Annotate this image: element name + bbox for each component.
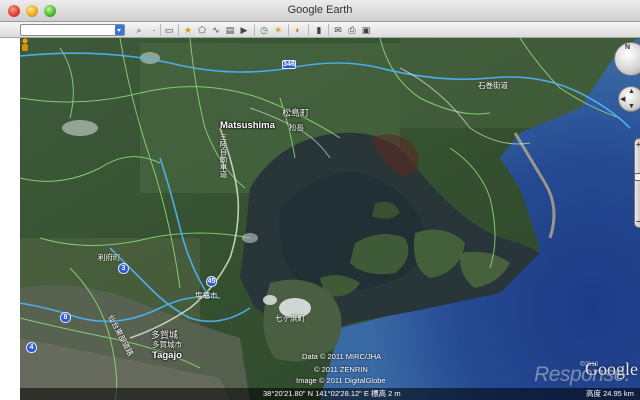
zoom-in-icon[interactable]: +	[636, 140, 640, 149]
route-4-shield: 4	[26, 342, 37, 353]
attribution-zenrin: © 2011 ZENRIN	[314, 365, 368, 374]
tagajo-city-label: 多賀城市	[152, 340, 182, 349]
satellite-imagery	[20, 38, 640, 400]
attribution-imagery: Image © 2011 DigitalGlobe	[296, 376, 386, 385]
polygon-icon[interactable]: ⬠	[196, 24, 208, 36]
search-icon[interactable]: ⌕	[133, 24, 145, 36]
options-icon[interactable]: ·	[148, 24, 160, 36]
response-watermark: Response.	[534, 363, 630, 386]
street-view-person-icon[interactable]	[20, 38, 30, 52]
toolbar: ⌕ · ▭ ★ ⬠ ∿ ▤ ▶ ◷ ☀ ◐ ▮ ✉ ⎙ ▣	[0, 22, 640, 38]
placemark-icon[interactable]: ★	[182, 24, 194, 36]
pan-up-icon[interactable]: ▲	[628, 88, 635, 95]
history-icon[interactable]: ◷	[258, 24, 270, 36]
route-3-shield: 3	[118, 263, 129, 274]
matsushima-label: Matsushima	[220, 120, 275, 131]
route-8-shield: 8	[60, 312, 71, 323]
email-icon[interactable]: ✉	[332, 24, 344, 36]
map-view[interactable]: Matsushima 松島町 松島 多賀城 多賀城市 Tagajo 石巻街道 三…	[20, 38, 640, 400]
route-45-shield: 45	[206, 276, 217, 287]
shichigahama-label: 七ヶ浜町	[275, 314, 305, 323]
window-title: Google Earth	[287, 4, 353, 16]
matsushima-station-label: 松島	[289, 123, 304, 132]
altitude-readout: 高度 24.95 km	[586, 389, 634, 398]
tagajo-en-label: Tagajo	[152, 350, 182, 361]
tour-icon[interactable]: ▶	[238, 24, 250, 36]
move-navigation-control[interactable]: ▲ ▼ ◀	[618, 86, 640, 112]
status-bar: 38°20'21.80" N 141°02'28.12" E 標高 2 m 高度…	[20, 388, 640, 400]
zoom-out-icon[interactable]: −	[636, 217, 640, 226]
ruler-icon[interactable]: ▮	[313, 24, 325, 36]
zoom-slider[interactable]: + −	[634, 138, 640, 228]
zoom-slider-knob[interactable]	[634, 173, 640, 181]
expressway-label: 三陸自動車道	[219, 133, 228, 178]
route-346-shield: 346	[282, 60, 296, 69]
search-input[interactable]	[20, 24, 125, 36]
path-icon[interactable]: ∿	[210, 24, 222, 36]
ishimaki-road-label: 石巻街道	[478, 81, 508, 90]
look-navigation-control[interactable]: N	[614, 42, 640, 76]
search-dropdown-icon[interactable]	[115, 25, 124, 35]
matsushima-town-label: 松島町	[282, 108, 310, 118]
pan-down-icon[interactable]: ▼	[628, 103, 635, 110]
pan-left-icon[interactable]: ◀	[620, 95, 625, 103]
window-titlebar: Google Earth	[0, 0, 640, 22]
planet-icon[interactable]: ◐	[292, 24, 304, 36]
view-in-maps-icon[interactable]: ▣	[360, 24, 372, 36]
overlay-icon[interactable]: ▤	[224, 24, 236, 36]
sidebar-icon[interactable]: ▭	[163, 24, 175, 36]
attribution-data: Data © 2011 MIRC/JHA	[302, 352, 382, 361]
rifu-label: 利府町	[98, 253, 121, 262]
print-icon[interactable]: ⎙	[346, 24, 358, 36]
coordinates-readout: 38°20'21.80" N 141°02'28.12" E 標高 2 m	[263, 389, 401, 398]
shiogama-label: 塩竈市	[195, 291, 218, 300]
north-indicator[interactable]: N	[625, 44, 630, 51]
sun-icon[interactable]: ☀	[272, 24, 284, 36]
